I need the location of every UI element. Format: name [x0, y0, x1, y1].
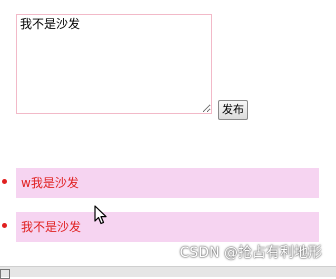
list-item: 我不是沙发: [0, 212, 336, 242]
post-text: 我不是沙发: [16, 212, 319, 242]
list-item: w我是沙发: [0, 168, 336, 198]
watermark: CSDN @抢占有利地形: [179, 245, 322, 261]
compose-textarea[interactable]: 我不是沙发: [16, 14, 212, 114]
devtools-bar: [0, 266, 336, 279]
post-text: w我是沙发: [16, 168, 319, 198]
devtools-icon[interactable]: [0, 269, 10, 279]
publish-button[interactable]: 发布: [218, 100, 248, 120]
bullet-icon: [2, 179, 7, 184]
mouse-pointer-icon: [94, 205, 108, 229]
bullet-icon: [2, 223, 7, 228]
